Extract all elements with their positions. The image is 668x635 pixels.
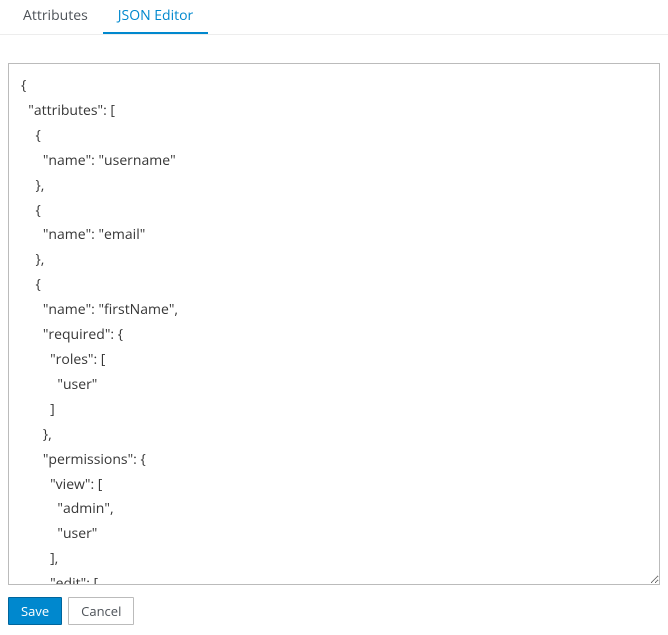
button-row: Save Cancel	[8, 597, 660, 625]
cancel-button[interactable]: Cancel	[68, 597, 134, 625]
tab-json-editor[interactable]: JSON Editor	[103, 0, 209, 34]
tab-attributes[interactable]: Attributes	[8, 0, 103, 34]
tab-bar: Attributes JSON Editor	[0, 0, 668, 35]
json-editor-textarea[interactable]	[9, 64, 659, 584]
save-button[interactable]: Save	[8, 597, 62, 625]
editor-wrapper	[8, 63, 660, 585]
content-area: Save Cancel	[0, 35, 668, 633]
